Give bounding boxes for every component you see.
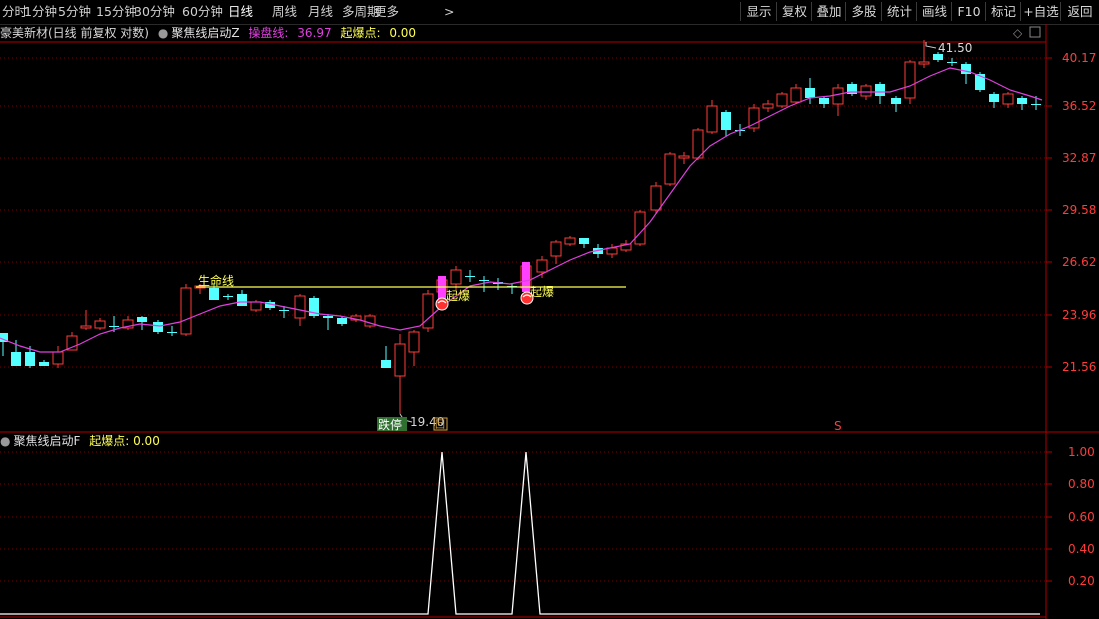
price-tick: 26.62 [1062,255,1097,269]
candle[interactable] [776,92,788,108]
candle[interactable] [223,294,233,300]
candle[interactable] [634,210,646,246]
lifeline-label: 生命线 [198,273,234,288]
candle[interactable] [309,296,319,318]
candle[interactable] [323,314,333,330]
burst-signal-line [0,451,1040,615]
candle[interactable] [805,78,815,104]
price-tick: 36.52 [1062,99,1097,113]
candle[interactable] [961,62,971,84]
back-text: 回 [435,419,445,431]
price-tick: 21.56 [1062,360,1097,374]
candle[interactable] [507,284,517,294]
candle[interactable] [52,346,64,368]
sub-tick: 0.60 [1068,510,1095,524]
sub-tick: 0.40 [1068,542,1095,556]
diamond-icon[interactable]: ◇ [1013,26,1023,40]
price-tick: 32.87 [1062,151,1097,165]
candle[interactable] [137,316,147,330]
candle[interactable] [364,314,376,328]
candle[interactable] [550,240,562,264]
candle[interactable] [408,330,420,366]
candle[interactable] [94,318,106,330]
candle[interactable] [706,100,718,134]
candle[interactable] [80,310,92,330]
high-label: 41.50 [938,41,972,55]
candle[interactable] [0,333,8,356]
candles [0,40,1041,414]
candle[interactable] [721,110,731,136]
candle[interactable] [989,92,999,108]
candle[interactable] [762,100,774,112]
candle[interactable] [947,58,957,66]
sub-tick: 0.20 [1068,574,1095,588]
high-pointer [925,42,937,49]
sub-grid-lines [0,451,1052,582]
candle[interactable] [1017,96,1027,110]
candle[interactable] [122,316,134,330]
candle[interactable] [237,290,247,306]
sell-marker: S [834,419,842,433]
candle[interactable] [394,334,406,414]
candle[interactable] [579,238,589,248]
candle[interactable] [832,84,844,116]
candle[interactable] [422,290,434,332]
limit-down-text: 跌停 [378,417,402,432]
price-tick: 23.96 [1062,308,1097,322]
overlay: 生命线起爆 起爆41.5019.40跌停回 S [0,41,1043,433]
burst-label: 起爆 [530,285,554,299]
candle[interactable] [564,236,576,246]
candle[interactable] [465,270,475,282]
kline-chart[interactable]: 生命线起爆 起爆41.5019.40跌停回 S ◇ [0,0,1099,619]
candle[interactable] [904,60,916,104]
price-tick: 40.17 [1062,51,1097,65]
window-toggle-icon[interactable] [1029,26,1041,38]
candle[interactable] [847,82,857,96]
candle[interactable] [790,84,802,104]
price-tick: 29.58 [1062,203,1097,217]
sub-tick: 1.00 [1068,445,1095,459]
candle[interactable] [918,40,930,68]
candle[interactable] [748,104,760,132]
candle[interactable] [180,284,192,336]
sub-indicator [0,451,1040,615]
candle[interactable] [493,278,503,290]
candle[interactable] [167,326,177,336]
candle[interactable] [39,360,49,366]
candle[interactable] [875,82,885,104]
candle[interactable] [381,346,391,368]
sub-tick: 0.80 [1068,477,1095,491]
candle[interactable] [664,152,676,186]
candle[interactable] [536,256,548,278]
candle[interactable] [153,320,163,334]
burst-label: 起爆 [446,289,470,303]
candle[interactable] [678,152,690,164]
candle[interactable] [891,96,901,112]
candle[interactable] [606,244,618,258]
